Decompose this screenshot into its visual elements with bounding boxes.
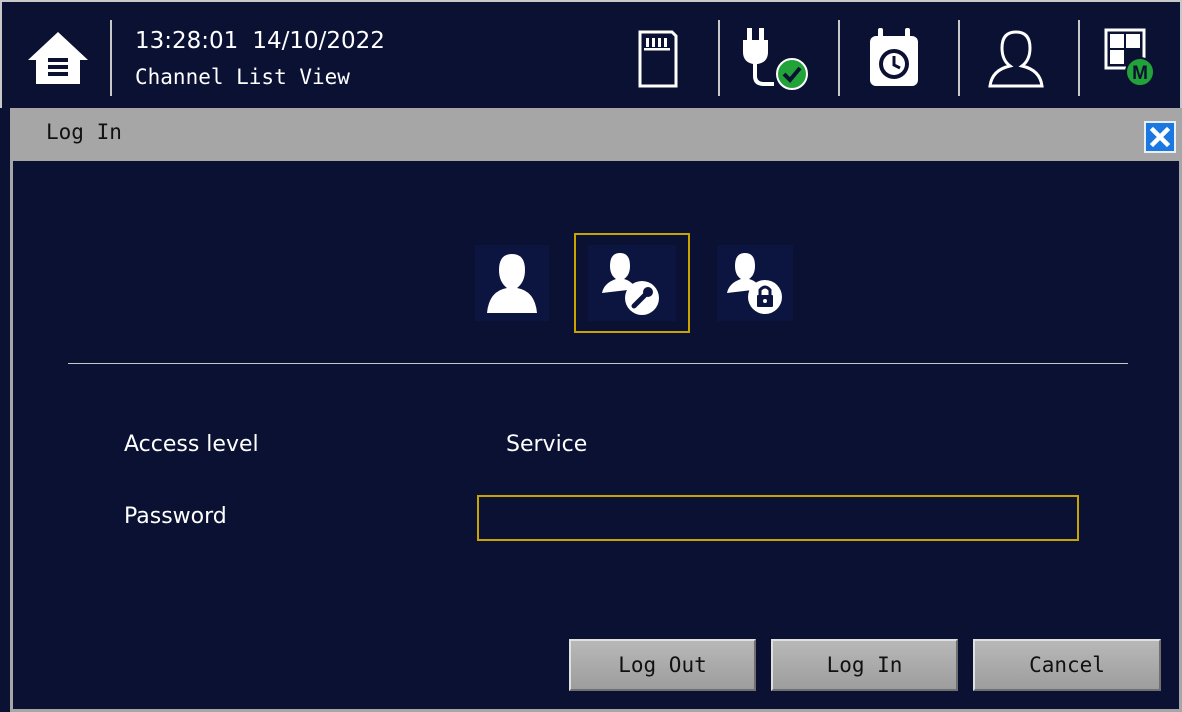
dashboard-master-icon: M <box>1104 28 1155 87</box>
svg-text:M: M <box>1132 63 1148 84</box>
power-status-button[interactable] <box>740 24 812 94</box>
dialog-title-bar: Log In <box>13 108 1182 161</box>
access-level-label: Access level <box>124 432 259 457</box>
log-in-button[interactable]: Log In <box>771 639 958 691</box>
separator <box>1078 20 1080 96</box>
log-out-button[interactable]: Log Out <box>569 639 756 691</box>
dialog-title: Log In <box>46 120 122 144</box>
current-view-name: Channel List View <box>135 65 350 89</box>
home-button[interactable] <box>20 24 96 90</box>
password-input[interactable] <box>477 495 1079 541</box>
close-button[interactable] <box>1144 121 1176 153</box>
dashboard-button[interactable]: M <box>1102 24 1174 94</box>
access-level-value: Service <box>506 432 588 457</box>
role-service-button[interactable] <box>574 233 690 333</box>
operator-role-icon <box>475 245 549 321</box>
sd-card-button[interactable] <box>622 24 694 94</box>
timer-icon <box>870 28 918 86</box>
datetime: 13:28:01 14/10/2022 <box>135 28 385 54</box>
separator <box>110 20 112 96</box>
user-icon <box>988 30 1044 88</box>
clock-time: 13:28:01 <box>135 28 239 54</box>
role-operator-button[interactable] <box>465 233 581 333</box>
timer-button[interactable] <box>862 24 934 94</box>
user-button[interactable] <box>980 24 1052 94</box>
password-label: Password <box>124 504 227 529</box>
home-icon <box>22 26 94 88</box>
role-admin-button[interactable] <box>707 233 823 333</box>
cancel-button[interactable]: Cancel <box>973 639 1161 691</box>
admin-lock-role-icon <box>717 245 793 321</box>
login-dialog: Log In Access level Service Password Log… <box>10 108 1182 712</box>
service-role-icon <box>588 245 676 321</box>
status-bar: 13:28:01 14/10/2022 Channel List View M <box>0 0 1182 108</box>
power-ok-icon <box>743 28 808 90</box>
separator <box>838 20 840 96</box>
separator <box>958 20 960 96</box>
separator <box>718 20 720 96</box>
clock-date: 14/10/2022 <box>252 28 385 54</box>
divider <box>68 363 1128 364</box>
sd-card-icon <box>638 30 678 88</box>
close-icon <box>1149 126 1171 148</box>
